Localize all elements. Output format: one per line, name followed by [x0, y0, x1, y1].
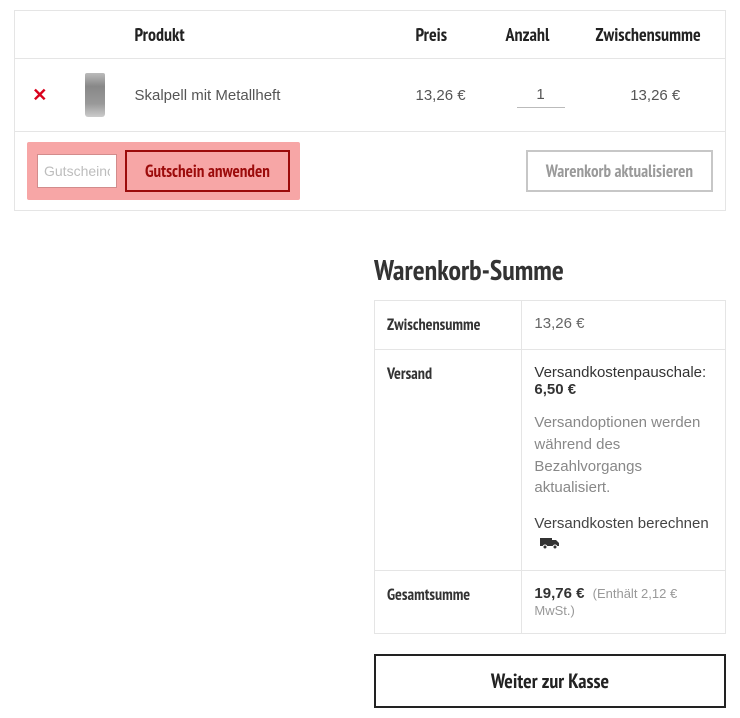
total-value: 19,76 € [534, 585, 584, 602]
apply-coupon-button[interactable]: Gutschein anwenden [125, 150, 290, 192]
shipping-cost: 6,50 € [534, 381, 576, 398]
checkout-button[interactable]: Weiter zur Kasse [374, 654, 726, 708]
shipping-method: Versandkostenpauschale: [534, 364, 706, 381]
calculate-shipping-link[interactable]: Versandkosten berechnen [534, 513, 713, 556]
subtotal-value: 13,26 € [522, 301, 726, 350]
header-price: Preis [406, 11, 496, 59]
coupon-code-input[interactable] [37, 154, 117, 188]
product-price: 13,26 € [416, 87, 466, 104]
quantity-input[interactable] [517, 82, 565, 108]
total-label: Gesamtsumme [375, 570, 522, 633]
subtotal-label: Zwischensumme [375, 301, 522, 350]
product-subtotal: 13,26 € [630, 87, 680, 104]
product-name[interactable]: Skalpell mit Metallheft [135, 87, 281, 104]
coupon-area: Gutschein anwenden [27, 142, 300, 200]
cart-table: Produkt Preis Anzahl Zwischensumme ✕ Ska… [14, 10, 726, 211]
remove-item-button[interactable]: ✕ [32, 85, 47, 105]
header-subtotal: Zwischensumme [586, 11, 726, 59]
cart-totals: Warenkorb-Summe Zwischensumme 13,26 € Ve… [374, 251, 726, 708]
table-row: ✕ Skalpell mit Metallheft 13,26 € 13,26 … [15, 59, 726, 132]
shipping-note: Versandoptionen werden während des Bezah… [534, 412, 713, 499]
shipping-label: Versand [375, 350, 522, 571]
header-product: Produkt [125, 11, 406, 59]
truck-icon [540, 535, 560, 556]
update-cart-button[interactable]: Warenkorb aktualisieren [526, 150, 713, 192]
totals-table: Zwischensumme 13,26 € Versand Versandkos… [374, 300, 726, 634]
totals-title: Warenkorb-Summe [374, 251, 726, 288]
product-thumbnail[interactable] [85, 73, 105, 117]
header-qty: Anzahl [496, 11, 586, 59]
